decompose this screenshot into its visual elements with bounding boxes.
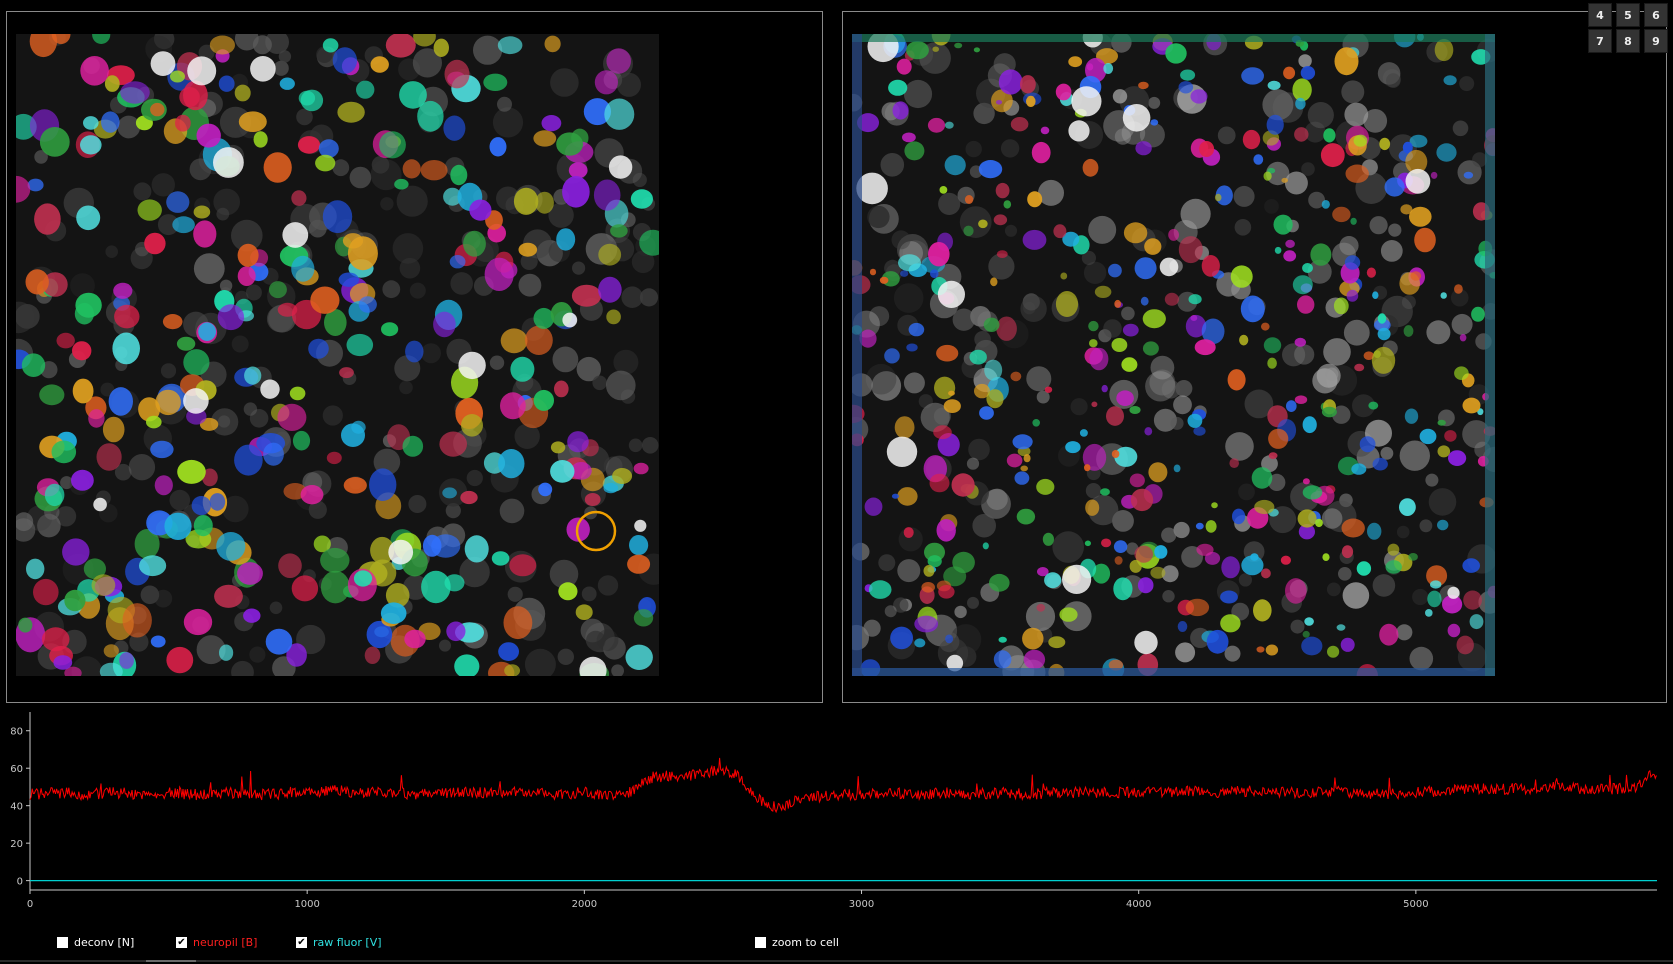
y-tick-label: 20 (10, 839, 23, 850)
x-tick-label: 2000 (572, 899, 597, 910)
neuropil-checkbox-label: neuropil [B] (193, 936, 258, 949)
x-tick-label: 0 (27, 899, 33, 910)
status-divider (0, 960, 1673, 962)
deconv-checkbox-label: deconv [N] (74, 936, 135, 949)
view-button-6[interactable]: 6 (1644, 3, 1668, 27)
roi-overlay-right[interactable] (852, 34, 1495, 676)
trace-plot[interactable]: 0 20 40 60 80 0 1000 2000 3000 4000 5000 (0, 707, 1673, 912)
neuropil-checkbox-box[interactable]: ✔ (176, 937, 187, 948)
trace-series (29, 757, 1657, 882)
view-button-7[interactable]: 7 (1588, 29, 1612, 53)
deconv-checkbox[interactable]: deconv [N] (57, 936, 134, 949)
view-button-9[interactable]: 9 (1644, 29, 1668, 53)
x-tick-label: 5000 (1403, 899, 1428, 910)
view-button-5[interactable]: 5 (1616, 3, 1640, 27)
zoom-to-cell-checkbox-label: zoom to cell (772, 936, 839, 949)
y-tick-label: 40 (10, 802, 23, 813)
right-view-panel[interactable] (842, 11, 1667, 703)
status-tab (146, 960, 196, 962)
x-tick-label: 3000 (849, 899, 874, 910)
roi-mask-image-left[interactable] (16, 34, 659, 676)
view-button-8[interactable]: 8 (1616, 29, 1640, 53)
trace-plot-svg[interactable]: 0 20 40 60 80 0 1000 2000 3000 4000 5000 (0, 707, 1673, 912)
raw-fluor-checkbox[interactable]: ✔ raw fluor [V] (296, 936, 382, 949)
x-tick-label: 1000 (294, 899, 319, 910)
neuropil-checkbox[interactable]: ✔ neuropil [B] (176, 936, 257, 949)
x-tick-label: 4000 (1126, 899, 1151, 910)
roi-mask-image-right[interactable] (852, 34, 1495, 676)
left-view-panel[interactable] (6, 11, 823, 703)
view-button-4[interactable]: 4 (1588, 3, 1612, 27)
deconv-checkbox-box[interactable] (57, 937, 68, 948)
zoom-to-cell-checkbox-box[interactable] (755, 937, 766, 948)
raw-fluor-checkbox-label: raw fluor [V] (313, 936, 382, 949)
y-tick-label: 80 (10, 727, 23, 738)
neuropil-trace-line (29, 757, 1657, 814)
y-tick-label: 60 (10, 764, 23, 775)
raw-fluor-checkbox-box[interactable]: ✔ (296, 937, 307, 948)
roi-overlay-left[interactable] (16, 34, 659, 676)
y-tick-label: 0 (17, 877, 23, 888)
zoom-to-cell-checkbox[interactable]: zoom to cell (755, 936, 839, 949)
